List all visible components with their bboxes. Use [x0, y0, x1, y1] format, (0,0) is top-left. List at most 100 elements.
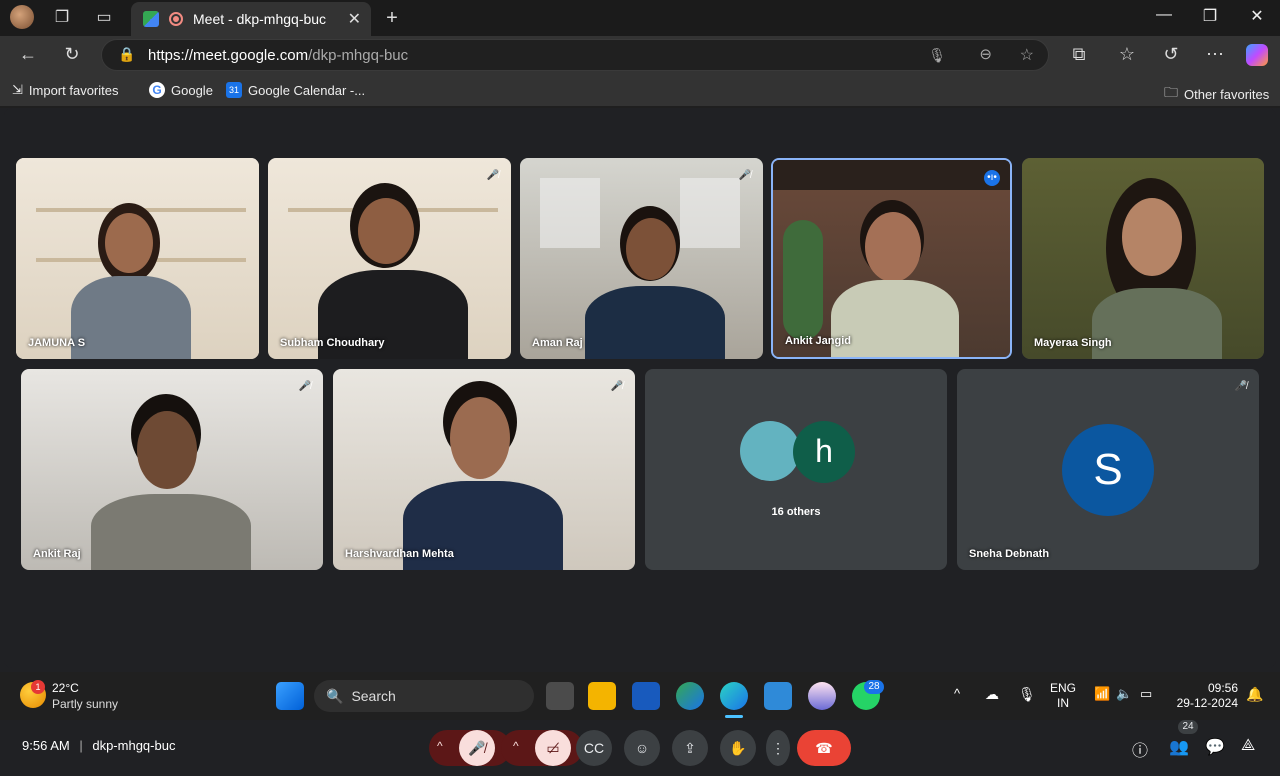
tab-bar: ❐ ▭ Meet - dkp-mhgq-buc ✕ + — ❐ ✕ [0, 0, 1280, 36]
back-icon[interactable]: ← [17, 44, 39, 65]
google-icon: G [149, 82, 165, 98]
camera-off-icon[interactable]: ▭̸ [535, 730, 571, 766]
mic-tray-icon[interactable]: 🎙 [1018, 686, 1036, 703]
separator: | [79, 738, 83, 753]
meeting-details-icon[interactable]: ⓘ [1132, 737, 1148, 761]
favorite-star-icon[interactable]: ☆ [1020, 45, 1034, 65]
address-row: ← ↻ 🔒 https://meet.google.com/dkp-mhgq-b… [0, 36, 1280, 74]
minimize-icon[interactable]: — [1152, 6, 1176, 24]
mic-control-group: ^ 🎤̸ [429, 730, 511, 766]
word-icon[interactable] [632, 682, 660, 710]
meeting-info: 9:56 AM | dkp-mhgq-buc [22, 738, 175, 753]
mic-off-icon[interactable]: 🎤̸ [459, 730, 495, 766]
clock-date: 29-12-2024 [1176, 696, 1238, 710]
favorite-google[interactable]: G Google [149, 82, 213, 98]
profile-avatar[interactable] [10, 5, 34, 29]
battery-icon[interactable]: ▭ [1140, 686, 1152, 702]
close-tab-icon[interactable]: ✕ [348, 9, 361, 29]
import-favorites-label: Import favorites [28, 82, 119, 98]
meet-favicon-icon [143, 11, 159, 27]
onedrive-icon[interactable]: ☁ [985, 686, 999, 703]
app-icon[interactable] [808, 682, 836, 710]
participant-name: Aman Raj [532, 337, 583, 349]
participant-name: Ankit Raj [33, 548, 81, 560]
participant-tile[interactable]: S 🎤̸ Sneha Debnath [957, 369, 1259, 570]
volume-icon[interactable]: 🔈 [1116, 686, 1132, 702]
camera-control-group: ^ ▭̸ [501, 730, 583, 766]
others-count: 16 others [771, 506, 821, 518]
tab-actions-icon[interactable]: ▭ [94, 8, 114, 28]
workspaces-icon[interactable]: ❐ [52, 8, 72, 28]
meeting-time: 9:56 AM [22, 738, 70, 753]
copilot-icon[interactable] [1246, 44, 1268, 66]
participant-tile[interactable]: 🎤̸ Subham Choudhary [268, 158, 511, 359]
participant-tile[interactable]: 🎤̸ Harshvardhan Mehta [333, 369, 635, 570]
activities-icon[interactable]: ⟁ [1241, 737, 1255, 755]
others-tile[interactable]: h 16 others [645, 369, 947, 570]
import-favorites[interactable]: ⇲ Import favorites [12, 82, 119, 98]
notifications-icon[interactable]: 🔔 [1246, 686, 1263, 703]
end-call-icon[interactable]: ☎ [797, 730, 851, 766]
refresh-icon[interactable]: ↻ [61, 44, 83, 65]
captions-icon[interactable]: CC [576, 730, 612, 766]
muted-mic-icon: 🎤̸ [610, 381, 624, 392]
more-options-icon[interactable]: ⋮ [766, 730, 790, 766]
lock-icon: 🔒 [118, 46, 136, 62]
other-favorites[interactable]: 🗀 Other favorites [1164, 82, 1269, 106]
participant-name: Harshvardhan Mehta [345, 548, 454, 560]
muted-mic-icon: 🎤̸ [738, 170, 752, 181]
show-hidden-icons-icon[interactable]: ^ [954, 686, 960, 701]
calendar-icon: 31 [226, 82, 242, 98]
participant-name: Mayeraa Singh [1034, 337, 1112, 349]
others-avatar-letter: h [793, 421, 855, 483]
emoji-icon[interactable]: ☺ [624, 730, 660, 766]
raise-hand-icon[interactable]: ✋ [720, 730, 756, 766]
history-icon[interactable]: ↺ [1160, 44, 1182, 65]
chat-icon[interactable]: 💬 [1205, 737, 1225, 757]
other-favorites-label: Other favorites [1184, 86, 1270, 102]
participant-tile[interactable]: 🎤̸ Ankit Raj [21, 369, 323, 570]
muted-mic-icon: 🎤̸ [298, 381, 312, 392]
favorites-bar: ⇲ Import favorites G Google 31 Google Ca… [0, 74, 1280, 106]
recording-icon [169, 12, 183, 26]
language-indicator[interactable]: ENG IN [1050, 681, 1076, 711]
sneha-avatar: S [1062, 424, 1154, 516]
edge-icon[interactable] [720, 682, 748, 710]
start-icon[interactable] [276, 682, 304, 710]
address-bar[interactable]: 🔒 https://meet.google.com/dkp-mhgq-buc 🎙… [101, 39, 1049, 71]
participant-name: Ankit Jangid [785, 335, 852, 347]
clock[interactable]: 09:56 29-12-2024 [1170, 681, 1238, 711]
extensions-icon[interactable]: ⧉ [1068, 44, 1090, 65]
window-close-icon[interactable]: ✕ [1245, 6, 1269, 26]
participant-tile[interactable]: 🎤̸ Aman Raj [520, 158, 763, 359]
mic-options-chevron-icon[interactable]: ^ [437, 739, 443, 753]
edge-dev-icon[interactable] [676, 682, 704, 710]
meet-stage: JAMUNA S 🎤̸ Subham Choudhary 🎤̸ Aman Raj… [4, 108, 1276, 766]
present-screen-icon[interactable]: ⇪ [672, 730, 708, 766]
mic-icon[interactable]: 🎙 [928, 47, 946, 64]
lang-region: IN [1057, 696, 1069, 710]
taskbar-search[interactable]: 🔍 Search [314, 680, 534, 712]
muted-mic-icon: 🎤̸ [1234, 381, 1248, 392]
wifi-icon[interactable]: 📶 [1094, 686, 1110, 702]
favorites-icon[interactable]: ☆ [1116, 44, 1138, 65]
participant-tile[interactable]: Mayeraa Singh [1022, 158, 1264, 359]
folder-icon: 🗀 [1164, 84, 1178, 100]
notepad-icon[interactable] [764, 682, 792, 710]
restore-icon[interactable]: ❐ [1198, 6, 1222, 26]
lang-code: ENG [1050, 681, 1077, 695]
tab-meet[interactable]: Meet - dkp-mhgq-buc ✕ [131, 2, 371, 36]
camera-options-chevron-icon[interactable]: ^ [513, 739, 519, 753]
more-icon[interactable]: ⋯ [1204, 44, 1226, 65]
file-explorer-icon[interactable] [588, 682, 616, 710]
participant-name: Sneha Debnath [969, 548, 1050, 560]
clock-time: 09:56 [1207, 681, 1238, 695]
new-tab-icon[interactable]: + [382, 8, 402, 28]
zoom-icon[interactable]: ⊖ [979, 45, 992, 63]
people-icon[interactable]: 👥 [1169, 737, 1189, 757]
favorite-google-calendar[interactable]: 31 Google Calendar -... [226, 82, 365, 98]
task-view-icon[interactable] [546, 682, 574, 710]
participant-tile[interactable]: JAMUNA S [16, 158, 259, 359]
participant-tile-speaking[interactable]: •ı• Ankit Jangid [771, 158, 1012, 359]
whatsapp-badge: 28 [864, 680, 884, 694]
